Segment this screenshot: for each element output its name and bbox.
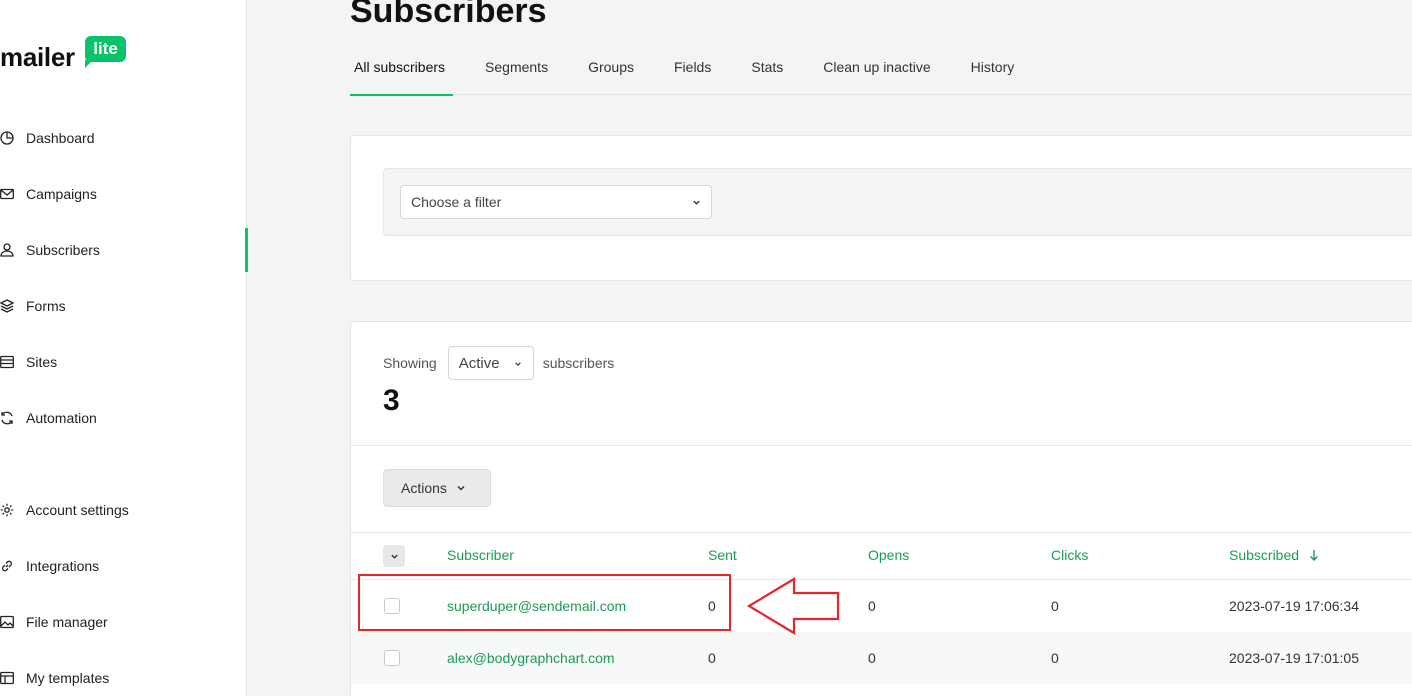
gear-icon xyxy=(0,503,14,517)
subscribers-label: subscribers xyxy=(542,355,615,371)
sidebar-item-label: Sites xyxy=(26,354,58,370)
sent-value: 0 xyxy=(708,650,716,666)
showing-label: Showing xyxy=(383,355,437,371)
sidebar-item-label: My templates xyxy=(26,670,110,686)
sidebar-item-dashboard[interactable]: Dashboard xyxy=(0,120,247,156)
showing-row: Showing Active subscribers xyxy=(383,346,614,380)
template-icon xyxy=(0,671,14,685)
column-header-subscribed[interactable]: Subscribed xyxy=(1229,547,1319,563)
status-select-value: Active xyxy=(458,355,500,372)
page-title: Subscribers xyxy=(350,0,547,30)
logo-badge: lite xyxy=(85,36,126,68)
sidebar-item-label: Integrations xyxy=(26,558,100,574)
chevron-down-icon xyxy=(390,554,398,559)
column-header-subscriber[interactable]: Subscriber xyxy=(447,547,514,563)
sidebar-item-integrations[interactable]: Integrations xyxy=(0,548,247,584)
sidebar-item-label: Campaigns xyxy=(26,186,97,202)
column-header-sent[interactable]: Sent xyxy=(708,547,737,563)
sidebar-item-label: Automation xyxy=(26,410,97,426)
sidebar-item-file-manager[interactable]: File manager xyxy=(0,604,247,640)
sidebar-item-my-templates[interactable]: My templates xyxy=(0,660,247,696)
sidebar-item-forms[interactable]: Forms xyxy=(0,288,247,324)
logo-text: mailer xyxy=(0,42,75,72)
sort-arrow-down-icon xyxy=(1310,550,1319,561)
chevron-down-icon xyxy=(457,485,465,491)
filter-select[interactable]: Choose a filter xyxy=(400,185,712,219)
image-icon xyxy=(0,615,14,629)
divider xyxy=(351,532,1412,533)
annotation-highlight-box xyxy=(358,574,731,631)
select-all-dropdown[interactable] xyxy=(383,545,405,567)
sidebar: mailer lite Dashboard Campaigns Subscrib… xyxy=(0,0,248,696)
sidebar-item-subscribers[interactable]: Subscribers xyxy=(0,228,248,272)
layers-icon xyxy=(0,299,14,313)
tab-groups[interactable]: Groups xyxy=(584,46,638,95)
divider xyxy=(351,445,1412,446)
tab-segments[interactable]: Segments xyxy=(481,46,552,95)
tab-fields[interactable]: Fields xyxy=(670,46,715,95)
subscriber-count: 3 xyxy=(383,384,400,417)
opens-value: 0 xyxy=(868,650,876,666)
tab-all-subscribers[interactable]: All subscribers xyxy=(350,46,454,96)
column-header-clicks[interactable]: Clicks xyxy=(1051,547,1088,563)
chevron-down-icon xyxy=(693,200,700,205)
sidebar-item-label: Dashboard xyxy=(26,130,95,146)
filter-select-placeholder: Choose a filter xyxy=(411,194,502,210)
tab-clean-up-inactive[interactable]: Clean up inactive xyxy=(819,46,934,95)
opens-value: 0 xyxy=(868,598,876,614)
sidebar-item-account-settings[interactable]: Account settings xyxy=(0,492,247,528)
clicks-value: 0 xyxy=(1051,650,1059,666)
tab-history[interactable]: History xyxy=(967,46,1019,95)
annotation-arrow-icon xyxy=(746,577,840,635)
table-row[interactable]: alex@bodygraphchart.com 0 0 0 2023-07-19… xyxy=(351,632,1412,684)
link-icon xyxy=(0,559,14,573)
actions-label: Actions xyxy=(401,480,447,496)
user-icon xyxy=(0,243,14,257)
sidebar-item-automation[interactable]: Automation xyxy=(0,400,247,436)
refresh-icon xyxy=(0,411,14,425)
mail-icon xyxy=(0,187,14,201)
actions-button[interactable]: Actions xyxy=(383,469,491,507)
status-select[interactable]: Active xyxy=(447,346,534,380)
subscriber-tabs: All subscribers Segments Groups Fields S… xyxy=(350,46,1412,96)
row-checkbox[interactable] xyxy=(384,650,400,666)
dashboard-icon xyxy=(0,131,14,145)
sidebar-item-sites[interactable]: Sites xyxy=(0,344,247,380)
chevron-down-icon xyxy=(514,362,521,367)
filter-panel: Choose a filter xyxy=(383,168,1412,236)
column-header-opens[interactable]: Opens xyxy=(868,547,909,563)
column-header-subscribed-label: Subscribed xyxy=(1229,547,1300,563)
filter-card: Choose a filter xyxy=(350,135,1412,281)
clicks-value: 0 xyxy=(1051,598,1059,614)
sidebar-item-label: Account settings xyxy=(26,502,129,518)
subscriber-email[interactable]: alex@bodygraphchart.com xyxy=(447,650,615,666)
subscribed-date: 2023-07-19 17:06:34 xyxy=(1229,598,1359,614)
tab-stats[interactable]: Stats xyxy=(747,46,787,95)
browser-icon xyxy=(0,355,14,369)
subscribed-date: 2023-07-19 17:01:05 xyxy=(1229,650,1359,666)
sidebar-item-label: Subscribers xyxy=(26,242,100,258)
subscriber-list-card: Showing Active subscribers 3 Actions Sub… xyxy=(350,321,1412,696)
sidebar-item-label: Forms xyxy=(26,298,66,314)
sidebar-item-label: File manager xyxy=(26,614,108,630)
sidebar-item-campaigns[interactable]: Campaigns xyxy=(0,176,247,212)
